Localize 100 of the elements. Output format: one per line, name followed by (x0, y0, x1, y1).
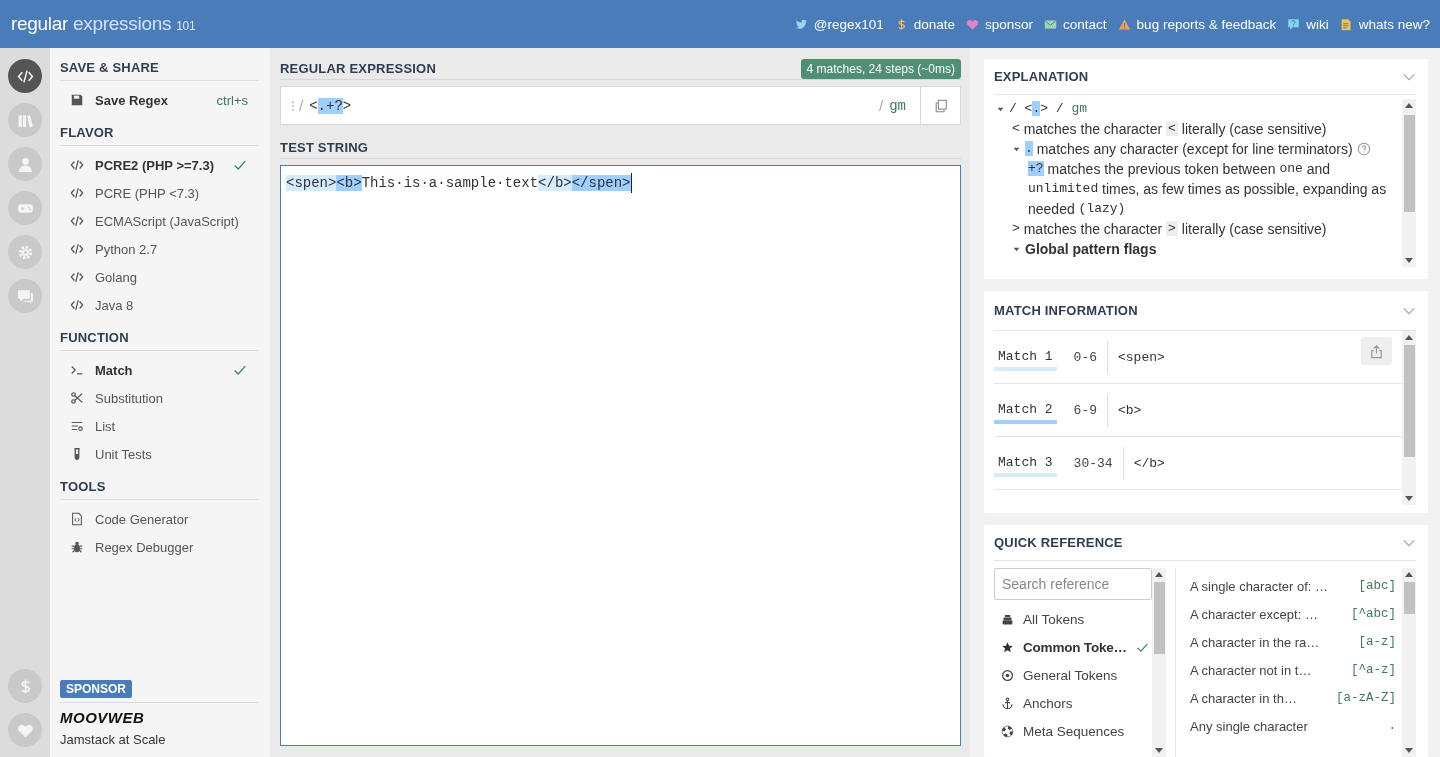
explanation-text: Global pattern flags (1025, 240, 1157, 259)
scroll-up-arrow-icon[interactable] (1405, 335, 1413, 340)
sponsor-tagline: Jamstack at Scale (60, 732, 167, 747)
header-link[interactable]: contact (1063, 16, 1107, 32)
match-highlight: <spen> (286, 175, 337, 191)
code-icon (70, 298, 84, 312)
match-label[interactable]: Match 1 (994, 347, 1057, 371)
match-range: 0-6 (1072, 349, 1098, 365)
token-description[interactable]: A single character of: … (1190, 578, 1328, 594)
scroll-thumb[interactable] (1153, 582, 1165, 654)
token-description[interactable]: A character in th… (1190, 690, 1297, 706)
share-button[interactable] (1361, 337, 1392, 365)
logo-text[interactable]: regular (11, 13, 69, 35)
nav-button[interactable] (8, 59, 42, 93)
scroll-thumb[interactable] (1403, 582, 1415, 614)
scroll-up-arrow-icon[interactable] (1405, 103, 1413, 108)
match-text: <b> (1117, 402, 1142, 418)
scrollbar[interactable] (1402, 331, 1416, 505)
sidebar-item[interactable]: Substitution (60, 384, 259, 412)
match-highlight: </spen> (571, 175, 631, 191)
category-item[interactable]: Common Toke… (994, 633, 1152, 661)
match-range: 30-34 (1072, 455, 1114, 471)
token-code[interactable]: [^abc] (1351, 607, 1396, 621)
token-description[interactable]: A character in the ra… (1190, 634, 1320, 650)
search-field[interactable]: Search reference (994, 568, 1152, 600)
settings-icon (16, 243, 34, 261)
regex-field[interactable]: / <.+?> / gm (280, 86, 961, 125)
explanation-text: . matches any character (except for line terminators) (1025, 140, 1353, 159)
token-code[interactable]: [^a-z] (1351, 663, 1396, 677)
header-link[interactable]: whats new? (1358, 16, 1430, 32)
code-icon (70, 242, 84, 256)
check-icon (233, 158, 247, 172)
sidebar-item[interactable]: Save Regex ctrl+s (60, 86, 259, 114)
bug-icon (70, 540, 84, 554)
test-string-field[interactable]: <spen><b>This·is·a·sample·text</b></spen> (280, 165, 961, 746)
header-link[interactable]: wiki (1306, 16, 1329, 32)
header-link[interactable]: bug reports & feedback (1136, 16, 1277, 32)
sidebar-item[interactable]: Golang (60, 263, 259, 291)
sidebar-item[interactable]: Python 2.7 (60, 235, 259, 263)
sidebar-item[interactable]: Unit Tests (60, 440, 259, 468)
category-item[interactable]: General Tokens (994, 661, 1152, 689)
category-item[interactable]: Meta Sequences (994, 717, 1152, 745)
token-code[interactable]: [a-zA-Z] (1336, 691, 1396, 705)
sidebar-item[interactable]: Match (60, 356, 259, 384)
token-description[interactable]: A character except: … (1190, 606, 1318, 622)
category-item[interactable]: All Tokens (994, 605, 1152, 633)
sidebar-item[interactable]: List (60, 412, 259, 440)
scroll-up-arrow-icon[interactable] (1155, 572, 1163, 577)
code-icon (70, 270, 84, 284)
match-range: 6-9 (1072, 402, 1098, 418)
sidebar-item[interactable]: Code Generator (60, 505, 259, 533)
explanation-text: +? matches the previous token between one and unlimited times, as few times as possible, expanding as needed (lazy) (1028, 160, 1388, 219)
stack-icon (1001, 612, 1014, 626)
token-code[interactable]: . (1388, 719, 1396, 733)
sponsor-logo[interactable]: MOOVWEB (60, 709, 259, 726)
match-label[interactable]: Match 2 (994, 400, 1057, 424)
sponsor-badge: SPONSOR (60, 680, 132, 698)
panel-title: EXPLANATION (994, 69, 1089, 84)
category-item[interactable]: Anchors (994, 689, 1152, 717)
section-title: SAVE & SHARE (60, 58, 259, 81)
sidebar-item[interactable]: Java 8 (60, 291, 259, 319)
scrollbar[interactable] (1152, 568, 1166, 757)
header-link[interactable]: @regex101 (813, 16, 884, 32)
scroll-down-arrow-icon[interactable] (1405, 496, 1413, 501)
section-title: TOOLS (60, 477, 259, 500)
header-link[interactable]: sponsor (985, 16, 1034, 32)
token-code[interactable]: [a-z] (1358, 635, 1396, 649)
scrollbar[interactable] (1402, 99, 1416, 267)
code-icon (70, 214, 84, 228)
token-description[interactable]: Any single character (1190, 718, 1308, 734)
token-description[interactable]: A character not in t… (1190, 662, 1312, 678)
sidebar-item[interactable]: ECMAScript (JavaScript) (60, 207, 259, 235)
token-code[interactable]: [abc] (1358, 579, 1396, 593)
scroll-down-arrow-icon[interactable] (1155, 748, 1163, 753)
scroll-down-arrow-icon[interactable] (1405, 258, 1413, 263)
speech-bubble-icon (1287, 17, 1301, 31)
sidebar-item[interactable]: PCRE2 (PHP >=7.3) (60, 151, 259, 179)
bird-icon (794, 17, 808, 31)
chat-icon (16, 287, 34, 305)
section-title: REGULAR EXPRESSION (280, 61, 436, 76)
scroll-down-arrow-icon[interactable] (1405, 748, 1413, 753)
code-icon (70, 186, 84, 200)
sidebar-item[interactable]: PCRE (PHP <7.3) (60, 179, 259, 207)
share-icon (1369, 343, 1384, 359)
header-link[interactable]: donate (913, 16, 956, 32)
panel-title: MATCH INFORMATION (994, 303, 1138, 318)
scrollbar[interactable] (1402, 568, 1416, 757)
scroll-thumb[interactable] (1403, 345, 1415, 457)
code-icon (70, 158, 84, 172)
warning-icon (1117, 17, 1131, 31)
anchor-icon (1001, 696, 1014, 710)
scroll-thumb[interactable] (1403, 115, 1415, 212)
sidebar-item[interactable]: Regex Debugger (60, 533, 259, 561)
version-label: 101 (176, 19, 196, 33)
match-highlight: <b> (336, 175, 362, 191)
match-text: <spen> (1117, 349, 1165, 365)
scissors-icon (70, 391, 84, 405)
match-label[interactable]: Match 3 (994, 453, 1057, 477)
scroll-up-arrow-icon[interactable] (1405, 572, 1413, 577)
match-status-badge: 4 matches, 24 steps (~0ms) (800, 58, 961, 79)
